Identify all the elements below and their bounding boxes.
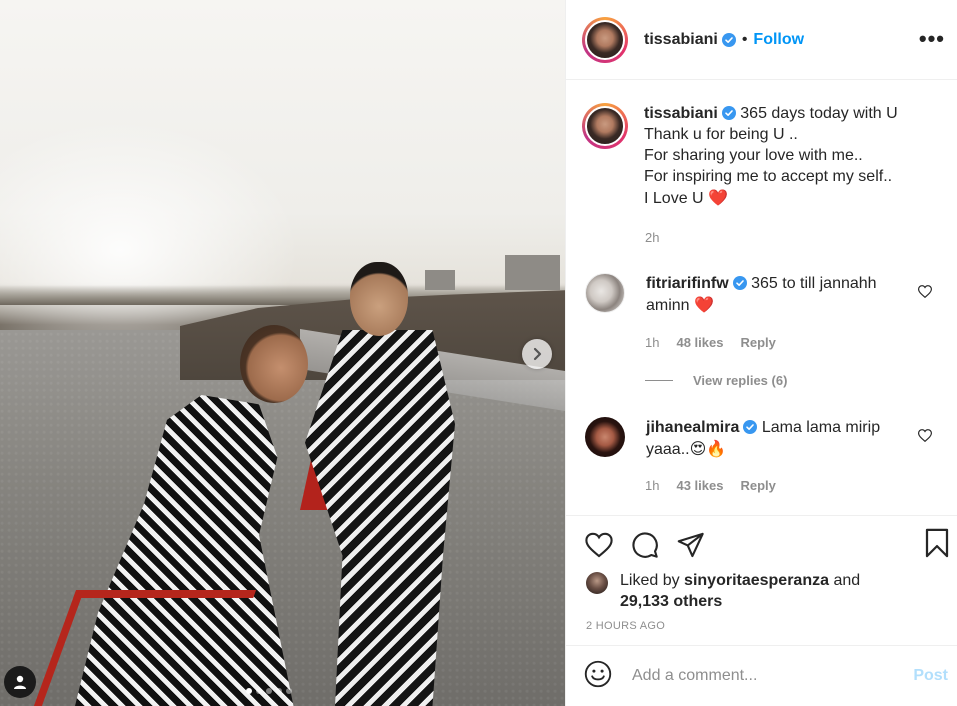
reply-button[interactable]: Reply bbox=[740, 478, 775, 493]
commenter-avatar[interactable] bbox=[585, 417, 625, 457]
heart-emoji: ❤️ bbox=[708, 188, 728, 207]
view-replies-label: View replies (6) bbox=[693, 373, 788, 388]
comment-likes[interactable]: 43 likes bbox=[676, 478, 723, 493]
reply-button[interactable]: Reply bbox=[740, 335, 775, 350]
carousel-dot bbox=[266, 688, 272, 694]
commenter-username[interactable]: fitriarifinfw bbox=[646, 275, 729, 292]
save-button[interactable] bbox=[924, 528, 950, 563]
carousel-dot bbox=[286, 688, 292, 694]
caption-text: tissabiani 365 days today with U Thank u… bbox=[644, 103, 934, 209]
add-comment-bar: Post bbox=[566, 645, 957, 706]
man-head bbox=[350, 262, 408, 336]
post-header: tissabiani • Follow ••• bbox=[566, 0, 957, 80]
likes-count-link[interactable]: 29,133 others bbox=[620, 593, 722, 610]
caption-line-text: I Love U bbox=[644, 190, 704, 207]
post-side-panel: tissabiani • Follow ••• tissabiani 365 d… bbox=[565, 0, 957, 706]
comment-item: jihanealmira Lama lama mirip yaaa..😍🔥 bbox=[582, 417, 942, 460]
comment-meta: 1h 43 likes Reply bbox=[645, 478, 793, 493]
commenter-avatar[interactable] bbox=[585, 273, 625, 313]
carousel-dot bbox=[246, 688, 252, 694]
commenter-username[interactable]: jihanealmira bbox=[646, 419, 739, 436]
comment-like-heart-icon[interactable] bbox=[918, 429, 932, 442]
caption-line: tissabiani 365 days today with U bbox=[644, 103, 934, 124]
comment-icon bbox=[632, 532, 658, 558]
comment-input[interactable] bbox=[632, 667, 892, 685]
tagged-users-button[interactable] bbox=[4, 666, 36, 698]
post-actions: Liked by sinyoritaesperanza and 29,133 o… bbox=[566, 515, 957, 645]
comment-like-heart-icon[interactable] bbox=[918, 285, 932, 298]
author-avatar[interactable] bbox=[582, 16, 628, 63]
bookmark-icon bbox=[925, 528, 949, 558]
more-options-icon[interactable]: ••• bbox=[919, 26, 945, 52]
like-button[interactable] bbox=[582, 528, 616, 562]
view-replies-line bbox=[645, 380, 673, 381]
share-icon bbox=[677, 532, 704, 558]
caption-line: For inspiring me to accept my self.. bbox=[644, 168, 893, 185]
comment-likes[interactable]: 48 likes bbox=[676, 335, 723, 350]
post-caption: tissabiani 365 days today with U Thank u… bbox=[582, 103, 934, 209]
view-replies-button[interactable]: View replies (6) bbox=[645, 373, 787, 388]
author-username[interactable]: tissabiani bbox=[644, 31, 718, 49]
background-building bbox=[425, 270, 455, 290]
heart-icon bbox=[585, 532, 613, 558]
comment-body: fitriarifinfw 365 to till jannahh aminn … bbox=[646, 273, 906, 316]
caption-avatar[interactable] bbox=[582, 103, 628, 149]
comment-emoji: ❤️ bbox=[694, 295, 714, 314]
caption-time[interactable]: 2h bbox=[645, 230, 659, 245]
caption-line: I Love U ❤️ bbox=[644, 187, 934, 209]
carousel-dot bbox=[256, 688, 262, 694]
comments-section[interactable]: tissabiani 365 days today with U Thank u… bbox=[566, 81, 957, 515]
carousel-dots bbox=[246, 688, 292, 694]
post-photo[interactable] bbox=[0, 0, 565, 706]
comment-emoji: 😍🔥 bbox=[689, 439, 727, 458]
comment-time[interactable]: 1h bbox=[645, 478, 659, 493]
comment-meta: 1h 48 likes Reply bbox=[645, 335, 793, 350]
caption-line: For sharing your love with me.. bbox=[644, 147, 863, 164]
verified-icon bbox=[721, 106, 736, 120]
share-button[interactable] bbox=[674, 528, 708, 562]
chevron-right-icon bbox=[533, 347, 542, 361]
woman-head bbox=[240, 325, 308, 403]
caption-username[interactable]: tissabiani bbox=[644, 105, 718, 122]
follow-separator: • bbox=[741, 30, 748, 48]
emoji-picker-button[interactable] bbox=[584, 660, 612, 693]
tag-user-icon bbox=[14, 675, 26, 689]
follow-button[interactable]: Follow bbox=[753, 31, 804, 49]
avatar-image bbox=[585, 19, 625, 60]
verified-icon bbox=[732, 276, 747, 290]
caption-line-text: 365 days today with U bbox=[740, 105, 898, 122]
liked-by-and: and bbox=[833, 572, 861, 589]
liker-username[interactable]: sinyoritaesperanza bbox=[684, 572, 829, 589]
avatar-image bbox=[585, 106, 625, 146]
post-timestamp[interactable]: 2 HOURS AGO bbox=[586, 620, 665, 632]
caption-line: Thank u for being U .. bbox=[644, 126, 798, 143]
carousel-next-button[interactable] bbox=[522, 339, 552, 369]
post-comment-button[interactable]: Post bbox=[913, 667, 948, 685]
comment-body: jihanealmira Lama lama mirip yaaa..😍🔥 bbox=[646, 417, 906, 460]
verified-icon bbox=[721, 32, 736, 47]
carousel-dot bbox=[276, 688, 282, 694]
liked-by-prefix: Liked by bbox=[620, 572, 680, 589]
liked-by: Liked by sinyoritaesperanza and 29,133 o… bbox=[586, 570, 860, 612]
verified-icon bbox=[743, 420, 758, 434]
comment-time[interactable]: 1h bbox=[645, 335, 659, 350]
background-building bbox=[505, 255, 560, 290]
liked-by-text: Liked by sinyoritaesperanza and 29,133 o… bbox=[620, 570, 860, 612]
emoji-icon bbox=[584, 660, 612, 687]
liker-avatar[interactable] bbox=[586, 572, 608, 594]
comment-button[interactable] bbox=[628, 528, 662, 562]
action-icons bbox=[582, 528, 708, 562]
comment-item: fitriarifinfw 365 to till jannahh aminn … bbox=[582, 273, 942, 316]
